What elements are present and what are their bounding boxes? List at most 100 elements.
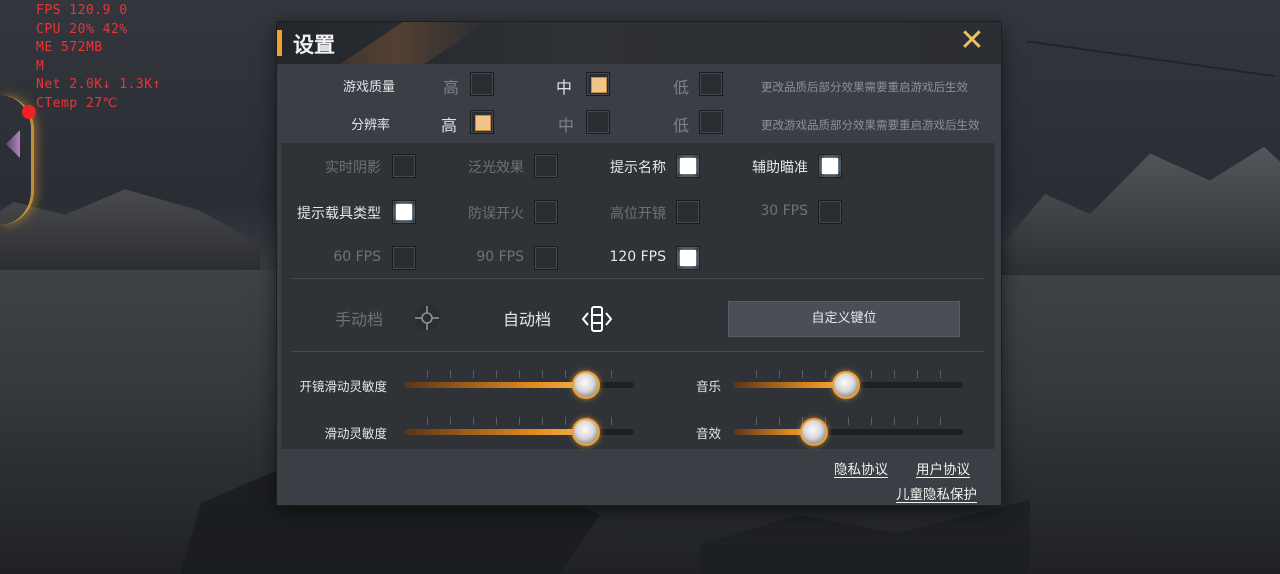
hud-line: ME 572MB bbox=[36, 40, 103, 55]
quality-low-checkbox[interactable] bbox=[699, 72, 723, 96]
quality-medium-label: 中 bbox=[556, 78, 573, 97]
slider-tick bbox=[779, 417, 780, 425]
scope-sensitivity-label: 开镜滑动灵敏度 bbox=[299, 379, 387, 394]
slider-tick bbox=[917, 370, 918, 378]
dialog-title: 设置 bbox=[293, 33, 335, 57]
manual-gear-label[interactable]: 手动档 bbox=[335, 306, 383, 330]
background-rock-right bbox=[1000, 146, 1280, 275]
slider-tick bbox=[427, 417, 428, 425]
toggle-realtime-shadow-checkbox[interactable] bbox=[392, 154, 416, 178]
slider-fill bbox=[404, 382, 586, 388]
resolution-note: 更改游戏品质部分效果需要重启游戏后生效 bbox=[761, 118, 980, 132]
slider-knob[interactable] bbox=[571, 371, 600, 399]
quality-row: 游戏质量 高 中 低 更改品质后部分效果需要重启游戏后生效 bbox=[277, 66, 1001, 104]
toggle-label-bloom: 泛光效果 bbox=[468, 160, 524, 176]
resolution-high-checkbox[interactable] bbox=[470, 110, 494, 134]
user-agreement-link[interactable]: 用户协议 bbox=[916, 458, 970, 478]
slider-tick bbox=[894, 417, 895, 425]
dialog-titlebar: 设置 ✕ bbox=[277, 22, 1001, 64]
slider-tick bbox=[756, 417, 757, 425]
hud-line: Net 2.0K↓ 1.3K↑ bbox=[36, 77, 161, 92]
resolution-medium-label: 中 bbox=[558, 116, 575, 135]
toggle-120fps-checkbox[interactable] bbox=[676, 246, 700, 270]
slider-tick bbox=[450, 417, 451, 425]
performance-overlay: FPS 120.9 0 CPU 20% 42% ME 572MB M Net 2… bbox=[36, 2, 161, 113]
slider-tick bbox=[825, 370, 826, 378]
toggle-30fps-checkbox[interactable] bbox=[818, 200, 842, 224]
quality-note: 更改品质后部分效果需要重启游戏后生效 bbox=[761, 80, 968, 94]
music-volume-slider[interactable] bbox=[733, 370, 963, 399]
slider-knob[interactable] bbox=[571, 418, 600, 446]
recording-dot-icon bbox=[22, 105, 36, 119]
slider-knob[interactable] bbox=[831, 371, 860, 399]
title-accent-bar bbox=[277, 30, 282, 56]
toggle-label-90fps: 90 FPS bbox=[476, 249, 524, 265]
quality-label: 游戏质量 bbox=[343, 80, 396, 95]
sfx-label: 音效 bbox=[695, 426, 721, 441]
privacy-policy-link[interactable]: 隐私协议 bbox=[834, 458, 888, 478]
slider-tick bbox=[427, 370, 428, 378]
toggle-label-aim-assist: 辅助瞄准 bbox=[752, 160, 808, 176]
toggle-anti-misfire-checkbox[interactable] bbox=[534, 200, 558, 224]
toggle-aim-assist-checkbox[interactable] bbox=[818, 154, 842, 178]
child-privacy-link[interactable]: 儿童隐私保护 bbox=[896, 483, 977, 503]
sfx-volume-slider[interactable] bbox=[733, 417, 963, 446]
slider-tick bbox=[473, 417, 474, 425]
hud-line: CPU 20% 42% bbox=[36, 21, 128, 37]
quality-high-checkbox[interactable] bbox=[470, 72, 494, 96]
slider-tick bbox=[940, 417, 941, 425]
resolution-label: 分辨率 bbox=[351, 118, 391, 133]
resolution-row: 分辨率 高 中 低 更改游戏品质部分效果需要重启游戏后生效 bbox=[277, 104, 1001, 142]
quality-high-label: 高 bbox=[443, 78, 460, 97]
slider-tick bbox=[802, 370, 803, 378]
toggle-show-names-checkbox[interactable] bbox=[676, 154, 700, 178]
swipe-sensitivity-label: 滑动灵敏度 bbox=[324, 426, 387, 441]
hud-line: FPS 120.9 0 bbox=[36, 3, 128, 18]
slider-tick bbox=[473, 370, 474, 378]
panel-divider bbox=[291, 278, 985, 279]
toggle-bloom-checkbox[interactable] bbox=[534, 154, 558, 178]
slider-tick bbox=[542, 417, 543, 425]
resolution-low-checkbox[interactable] bbox=[699, 110, 723, 134]
toggle-vehicle-type-checkbox[interactable] bbox=[392, 200, 416, 224]
background-rock-left bbox=[0, 189, 260, 270]
toggle-90fps-checkbox[interactable] bbox=[534, 246, 558, 270]
slider-tick bbox=[871, 417, 872, 425]
scope-sensitivity-slider[interactable] bbox=[404, 370, 634, 399]
slider-tick bbox=[779, 370, 780, 378]
slider-ticks bbox=[404, 417, 634, 427]
slider-tick bbox=[940, 370, 941, 378]
slider-fill bbox=[404, 429, 586, 435]
toggle-label-30fps: 30 FPS bbox=[760, 203, 808, 219]
hud-line: CTemp 27℃ bbox=[36, 95, 118, 111]
toggle-label-high-scope: 高位开镜 bbox=[610, 206, 666, 222]
resolution-low-label: 低 bbox=[673, 116, 690, 135]
slider-tick bbox=[496, 370, 497, 378]
slider-tick bbox=[519, 370, 520, 378]
slider-tick bbox=[496, 417, 497, 425]
panel-divider bbox=[291, 351, 985, 352]
quality-medium-checkbox[interactable] bbox=[586, 72, 610, 96]
toggle-high-scope-checkbox[interactable] bbox=[676, 200, 700, 224]
music-label: 音乐 bbox=[695, 379, 721, 394]
slider-tick bbox=[894, 370, 895, 378]
slider-fill bbox=[733, 382, 846, 388]
slider-tick bbox=[871, 370, 872, 378]
swipe-sensitivity-slider[interactable] bbox=[404, 417, 634, 446]
slider-tick bbox=[542, 370, 543, 378]
slider-tick bbox=[917, 417, 918, 425]
options-panel: 实时阴影 泛光效果 提示名称 辅助瞄准 提示载具类型 防误开火 高位开镜 30 … bbox=[281, 143, 995, 449]
resolution-medium-checkbox[interactable] bbox=[586, 110, 610, 134]
toggle-label-60fps: 60 FPS bbox=[333, 249, 381, 265]
slider-tick bbox=[519, 417, 520, 425]
settings-dialog: 设置 ✕ 游戏质量 高 中 低 更改品质后部分效果需要重启游戏后生效 分辨率 高… bbox=[277, 22, 1001, 505]
auto-gear-icon[interactable] bbox=[580, 303, 614, 335]
slider-tick bbox=[565, 417, 566, 425]
custom-keybind-button[interactable]: 自定义键位 bbox=[728, 301, 960, 337]
close-icon[interactable]: ✕ bbox=[957, 26, 987, 56]
manual-gear-icon[interactable] bbox=[412, 303, 442, 333]
slider-tick bbox=[565, 370, 566, 378]
slider-knob[interactable] bbox=[799, 418, 828, 446]
auto-gear-label[interactable]: 自动档 bbox=[503, 306, 551, 330]
toggle-60fps-checkbox[interactable] bbox=[392, 246, 416, 270]
